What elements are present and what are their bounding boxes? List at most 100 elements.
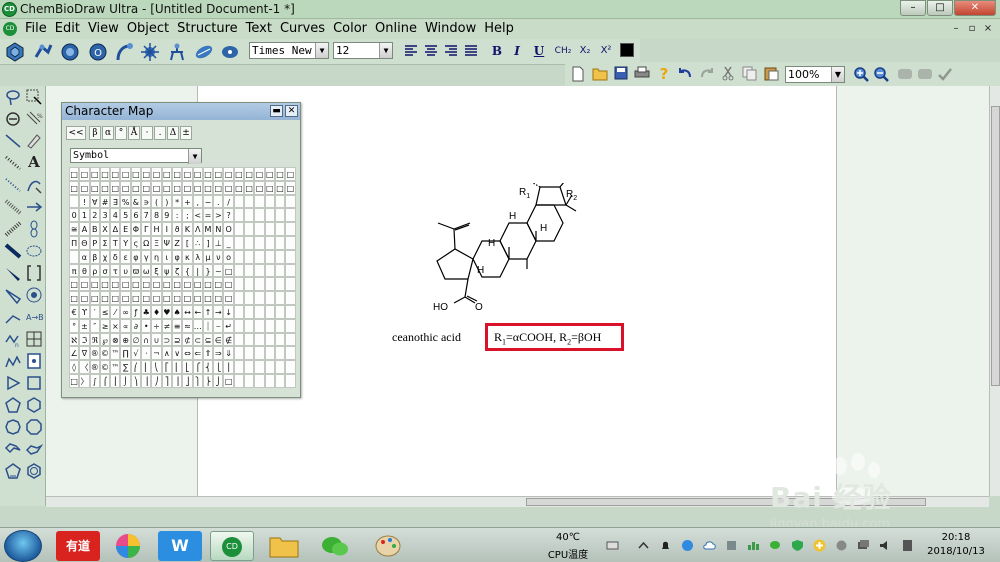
- character-cell[interactable]: ϖ: [130, 263, 142, 278]
- character-cell[interactable]: □: [110, 180, 121, 195]
- character-cell[interactable]: □: [141, 277, 152, 292]
- character-cell[interactable]: ∞: [120, 304, 131, 319]
- character-cell[interactable]: [285, 194, 296, 209]
- character-cell[interactable]: φ: [130, 249, 142, 264]
- character-cell[interactable]: □: [130, 180, 142, 195]
- character-cell[interactable]: ∨: [171, 346, 183, 361]
- character-cell[interactable]: /: [223, 194, 234, 209]
- tray-misc-icon[interactable]: [835, 539, 848, 552]
- chair-conformation-1-icon[interactable]: [4, 440, 22, 458]
- character-cell[interactable]: [233, 373, 245, 388]
- align-right-icon[interactable]: [444, 44, 458, 56]
- character-map-window[interactable]: Character Map ▬ ✕ << β α ° Å · . Δ ± Sym…: [61, 102, 301, 398]
- volume-icon[interactable]: [879, 539, 892, 552]
- character-cell[interactable]: υ: [120, 263, 131, 278]
- zoom-select[interactable]: 100% ▼: [785, 66, 845, 83]
- multi-bond-tool-icon[interactable]: %: [25, 110, 43, 128]
- character-cell[interactable]: χ: [99, 249, 111, 264]
- back-button[interactable]: <<: [66, 126, 86, 140]
- hollow-wedge-icon[interactable]: [4, 286, 22, 304]
- chain-draw-icon[interactable]: [4, 352, 22, 370]
- cycloalkane-template-icon[interactable]: [140, 42, 160, 62]
- character-cell[interactable]: [254, 332, 265, 347]
- character-cell[interactable]: α: [79, 249, 90, 264]
- superscript-button[interactable]: X²: [597, 43, 615, 59]
- polyhedra-template-icon[interactable]: [5, 42, 25, 62]
- character-cell[interactable]: |: [192, 263, 203, 278]
- recent-char[interactable]: β: [89, 126, 101, 140]
- character-cell[interactable]: [264, 263, 275, 278]
- character-cell[interactable]: [244, 249, 255, 264]
- character-cell[interactable]: ♥: [161, 304, 172, 319]
- character-cell[interactable]: ∝: [120, 318, 131, 333]
- character-cell[interactable]: □: [110, 277, 121, 292]
- character-cell[interactable]: €: [69, 304, 80, 319]
- help-icon[interactable]: ?: [657, 65, 671, 81]
- character-cell[interactable]: 6: [130, 208, 142, 223]
- character-cell[interactable]: □: [274, 180, 286, 195]
- character-cell[interactable]: [274, 291, 286, 305]
- character-cell[interactable]: □: [171, 277, 183, 292]
- solid-bond-icon[interactable]: [4, 132, 22, 150]
- character-cell[interactable]: [264, 304, 275, 319]
- character-cell[interactable]: ⎫: [192, 373, 203, 388]
- menu-curves[interactable]: Curves: [280, 21, 325, 36]
- character-cell[interactable]: Τ: [110, 235, 121, 250]
- character-cell[interactable]: □: [223, 277, 234, 292]
- character-cell[interactable]: ⎠: [151, 373, 162, 388]
- character-cell[interactable]: 〉: [79, 373, 90, 388]
- chevron-down-icon[interactable]: ▼: [315, 43, 328, 58]
- character-cell[interactable]: [285, 263, 296, 278]
- character-cell[interactable]: ′: [89, 304, 100, 319]
- character-cell[interactable]: ®: [89, 346, 100, 361]
- marquee-tool-icon[interactable]: [25, 88, 43, 106]
- character-cell[interactable]: [264, 277, 275, 292]
- text-tool-icon[interactable]: A: [25, 152, 43, 170]
- dna-template-icon[interactable]: [194, 42, 214, 62]
- character-cell[interactable]: ⎨: [202, 360, 214, 374]
- character-cell[interactable]: □: [171, 180, 183, 195]
- character-cell[interactable]: ∠: [69, 346, 80, 361]
- character-cell[interactable]: [285, 346, 296, 361]
- character-map-close-button[interactable]: ✕: [285, 105, 298, 117]
- character-cell[interactable]: →: [213, 304, 224, 319]
- character-cell[interactable]: ⊥: [213, 235, 224, 250]
- character-cell[interactable]: ∇: [79, 346, 90, 361]
- menu-online[interactable]: Online: [375, 21, 417, 36]
- character-cell[interactable]: (: [151, 194, 162, 209]
- wedge-bond-icon[interactable]: [4, 264, 22, 282]
- character-cell[interactable]: [254, 373, 265, 388]
- character-cell[interactable]: Ρ: [89, 235, 100, 250]
- clock-date[interactable]: 2018/10/13: [920, 546, 992, 557]
- character-cell[interactable]: ⎩: [213, 360, 224, 374]
- temperature-readout[interactable]: 40℃: [546, 532, 590, 543]
- character-cell[interactable]: □: [244, 167, 255, 181]
- italic-button[interactable]: I: [508, 43, 526, 59]
- character-cell[interactable]: ®: [89, 360, 100, 374]
- character-cell[interactable]: 5: [120, 208, 131, 223]
- character-cell[interactable]: %: [120, 194, 131, 209]
- character-cell[interactable]: Σ: [99, 235, 111, 250]
- character-cell[interactable]: °: [69, 318, 80, 333]
- menu-window[interactable]: Window: [425, 21, 476, 36]
- character-cell[interactable]: ℵ: [69, 332, 80, 347]
- character-cell[interactable]: [254, 222, 265, 236]
- character-cell[interactable]: [254, 263, 265, 278]
- youdao-taskbar-button[interactable]: 有道: [56, 531, 100, 561]
- character-cell[interactable]: ,: [192, 194, 203, 209]
- character-cell[interactable]: ν: [213, 249, 224, 264]
- character-cell[interactable]: Ξ: [151, 235, 162, 250]
- cyclobutane-ring-icon[interactable]: [25, 374, 43, 392]
- character-cell[interactable]: [264, 360, 275, 374]
- bracket-tool-icon[interactable]: [25, 264, 43, 282]
- character-cell[interactable]: •: [141, 318, 152, 333]
- wechat-icon[interactable]: [314, 531, 358, 561]
- character-cell[interactable]: □: [99, 180, 111, 195]
- character-cell[interactable]: [69, 249, 80, 264]
- recent-char[interactable]: α: [102, 126, 114, 140]
- character-cell[interactable]: [254, 291, 265, 305]
- character-cell[interactable]: ε: [120, 249, 131, 264]
- character-cell[interactable]: ψ: [161, 263, 172, 278]
- recent-char[interactable]: Δ: [167, 126, 179, 140]
- maximize-button[interactable]: □: [927, 0, 953, 16]
